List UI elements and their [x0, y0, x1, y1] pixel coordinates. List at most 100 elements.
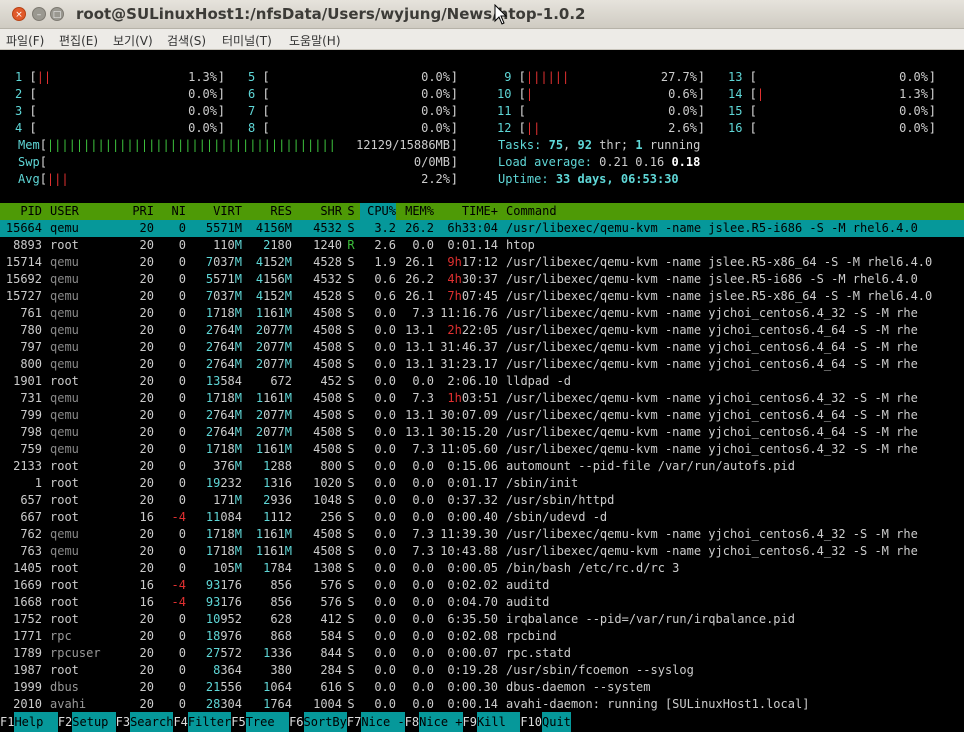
- fkey-f10[interactable]: F10Quit: [520, 712, 571, 732]
- pid: 15727: [5, 289, 42, 303]
- process-row[interactable]: 761 qemu 20 0 1718M 1161M 4508 S 0.0 7.3 11:16.76/…: [0, 305, 964, 322]
- mem-percent: 0.0: [412, 595, 434, 609]
- process-row[interactable]: 780 qemu 20 0 2764M 2077M 4508 S 0.0 13.1 2h22:05 /…: [0, 322, 964, 339]
- process-row[interactable]: 2010 avahi 20 0 28304 1764 1004 S 0.0 0.0 0:00.14 a…: [0, 696, 964, 713]
- priority: 20: [139, 340, 154, 354]
- process-row[interactable]: 1 root 20 0 19232 1316 1020 S 0.0 0.0 0:01.17/sbin…: [0, 475, 964, 492]
- process-table-header[interactable]: PID USER PRI NI VIRT RES SHR S CPU% MEM% TIME+ Comm…: [0, 203, 964, 220]
- process-row[interactable]: 1987 root 20 0 8364 380 284 S 0.0 0.0 0:19.28/usr/…: [0, 662, 964, 679]
- cpu-percent: 1.9: [374, 255, 396, 269]
- cpu-label: 11: [497, 104, 512, 118]
- process-row[interactable]: 15692 qemu 20 0 5571M 4156M 4532 S 0.6 26.2 4h30:3…: [0, 271, 964, 288]
- process-row[interactable]: 799 qemu 20 0 2764M 2077M 4508 S 0.0 13.1 30:07.09…: [0, 407, 964, 424]
- pid: 1668: [13, 595, 42, 609]
- column-header-s[interactable]: S: [342, 203, 360, 220]
- size-high: 93: [205, 595, 221, 609]
- size-unit: M: [284, 357, 292, 371]
- fkey-f1[interactable]: F1Help: [0, 712, 58, 732]
- state: S: [347, 629, 355, 643]
- nice: 0: [178, 374, 186, 388]
- virt: 2764M: [205, 340, 242, 354]
- process-row[interactable]: 15664 qemu 20 0 5571M 4156M 4532 S 3.2 26.2 6h33:0…: [0, 220, 964, 237]
- fkey-label: Nice +: [419, 712, 463, 732]
- nice: 0: [178, 323, 186, 337]
- menu-item-3[interactable]: 검색(S): [167, 32, 206, 49]
- uptime-label: Uptime:: [498, 172, 549, 186]
- column-header-shr[interactable]: SHR: [292, 203, 342, 220]
- fkey-f9[interactable]: F9Kill: [462, 712, 521, 732]
- process-row[interactable]: 1901 root 20 0 13584 672 452 S 0.0 0.0 2:06.10 lldp…: [0, 373, 964, 390]
- size-high: 2: [255, 425, 264, 439]
- menu-item-4[interactable]: 터미널(T): [222, 32, 272, 49]
- column-header-mem[interactable]: MEM%: [396, 203, 434, 220]
- nice: 0: [178, 408, 186, 422]
- shr: 4528: [313, 289, 342, 303]
- column-header-time[interactable]: TIME+: [434, 203, 498, 220]
- process-row[interactable]: 763 qemu 20 0 1718M 1161M 4508 S 0.0 7.3 10:43.88/…: [0, 543, 964, 560]
- nice: 0: [178, 272, 186, 286]
- meter-bracket-close: ]: [697, 104, 705, 118]
- time: 11:05.60: [440, 442, 498, 456]
- window-minimize-button[interactable]: –: [32, 7, 46, 21]
- cpu-meter-8: 8 [0.0%]: [248, 120, 458, 137]
- column-header-pri[interactable]: PRI: [112, 203, 154, 220]
- size-unit: M: [284, 306, 292, 320]
- process-row[interactable]: 8893 root 20 0 110M 2180 1240 R 2.6 0.0 0:01.14 hto…: [0, 237, 964, 254]
- process-row[interactable]: 15727 qemu 20 0 7037M 4152M 4528 S 0.6 26.1 7h07:4…: [0, 288, 964, 305]
- cpu-meter-6: 6 [0.0%]: [248, 86, 458, 103]
- process-row[interactable]: 1669 root 16 -4 93176 856 576 S 0.0 0.0 0:02.02 aud…: [0, 577, 964, 594]
- process-row[interactable]: 759 qemu 20 0 1718M 1161M 4508 S 0.0 7.3 11:05.60/…: [0, 441, 964, 458]
- process-row[interactable]: 2133 root 20 0 376M 1288 800 S 0.0 0.0 0:15.06 auto…: [0, 458, 964, 475]
- process-row[interactable]: 762 qemu 20 0 1718M 1161M 4508 S 0.0 7.3 11:39.30/…: [0, 526, 964, 543]
- column-header-res[interactable]: RES: [242, 203, 292, 220]
- process-row[interactable]: 798 qemu 20 0 2764M 2077M 4508 S 0.0 13.1 30:15.20…: [0, 424, 964, 441]
- state: S: [347, 697, 355, 711]
- fkey-f5[interactable]: F5Tree: [231, 712, 290, 732]
- fkey-f8[interactable]: F8Nice +: [404, 712, 463, 732]
- column-header-virt[interactable]: VIRT: [186, 203, 242, 220]
- virt: 2764M: [205, 323, 242, 337]
- fkey-f2[interactable]: F2Setup: [57, 712, 116, 732]
- process-row[interactable]: 1405 root 20 0 105M 1784 1308 S 0.0 0.0 0:00.05/bi…: [0, 560, 964, 577]
- user: qemu: [50, 408, 79, 422]
- size-high: 2: [255, 408, 264, 422]
- process-row[interactable]: 1771 rpc 20 0 18976 868 584 S 0.0 0.0 0:02.08 rpcbi…: [0, 628, 964, 645]
- process-row[interactable]: 667 root 16 -4 11084 1112 256 S 0.0 0.0 0:00.40/sb…: [0, 509, 964, 526]
- process-row[interactable]: 15714 qemu 20 0 7037M 4152M 4528 S 1.9 26.1 9h17:1…: [0, 254, 964, 271]
- menu-item-5[interactable]: 도움말(H): [289, 32, 341, 49]
- htop-terminal[interactable]: 1 [|| 1.3%] 2 [0.0%] 3 [0.0%] 4 [0.0%] 5 [0.0…: [0, 50, 964, 732]
- fkey-f7[interactable]: F7Nice -: [346, 712, 405, 732]
- process-row[interactable]: 731 qemu 20 0 1718M 1161M 4508 S 0.0 7.3 1h03:51/u…: [0, 390, 964, 407]
- priority: 20: [139, 272, 154, 286]
- menu-item-1[interactable]: 편집(E): [59, 32, 98, 49]
- process-row[interactable]: 1999 dbus 20 0 21556 1064 616 S 0.0 0.0 0:00.30 dbu…: [0, 679, 964, 696]
- column-header-ni[interactable]: NI: [154, 203, 186, 220]
- fkey-f3[interactable]: F3Search: [115, 712, 174, 732]
- process-row[interactable]: 1789 rpcuser 20 0 27572 1336 844 S 0.0 0.0 0:00.07…: [0, 645, 964, 662]
- column-header-pid[interactable]: PID: [0, 203, 42, 220]
- window-close-button[interactable]: ×: [12, 7, 26, 21]
- process-row[interactable]: 797 qemu 20 0 2764M 2077M 4508 S 0.0 13.1 31:46.37…: [0, 339, 964, 356]
- process-row[interactable]: 1668 root 16 -4 93176 856 576 S 0.0 0.0 0:04.70 aud…: [0, 594, 964, 611]
- fkey-f6[interactable]: F6SortBy: [289, 712, 347, 732]
- cpu-percent: 1.3%: [188, 70, 217, 84]
- state: S: [347, 476, 355, 490]
- process-row[interactable]: 1752 root 20 0 10952 628 412 S 0.0 0.0 6:35.50 irqb…: [0, 611, 964, 628]
- menu-item-2[interactable]: 보기(V): [113, 32, 153, 49]
- cpu-percent: 0.0: [374, 323, 396, 337]
- fkey-f4[interactable]: F4Filter: [173, 712, 232, 732]
- mem-percent: 26.1: [405, 289, 434, 303]
- window-maximize-button[interactable]: □: [50, 7, 64, 21]
- user: root: [50, 561, 79, 575]
- process-row[interactable]: 800 qemu 20 0 2764M 2077M 4508 S 0.0 13.1 31:23.17…: [0, 356, 964, 373]
- column-header-command[interactable]: Command: [498, 203, 557, 220]
- shr: 1240: [313, 238, 342, 252]
- menu-item-0[interactable]: 파일(F): [6, 32, 44, 49]
- priority: 20: [139, 323, 154, 337]
- column-header-user[interactable]: USER: [42, 203, 112, 220]
- pid: 1405: [13, 561, 42, 575]
- meter-bracket-close: ]: [217, 104, 225, 118]
- process-row[interactable]: 657 root 20 0 171M 2936 1048 S 0.0 0.0 0:37.32/usr…: [0, 492, 964, 509]
- column-header-cpu[interactable]: CPU%: [360, 203, 396, 220]
